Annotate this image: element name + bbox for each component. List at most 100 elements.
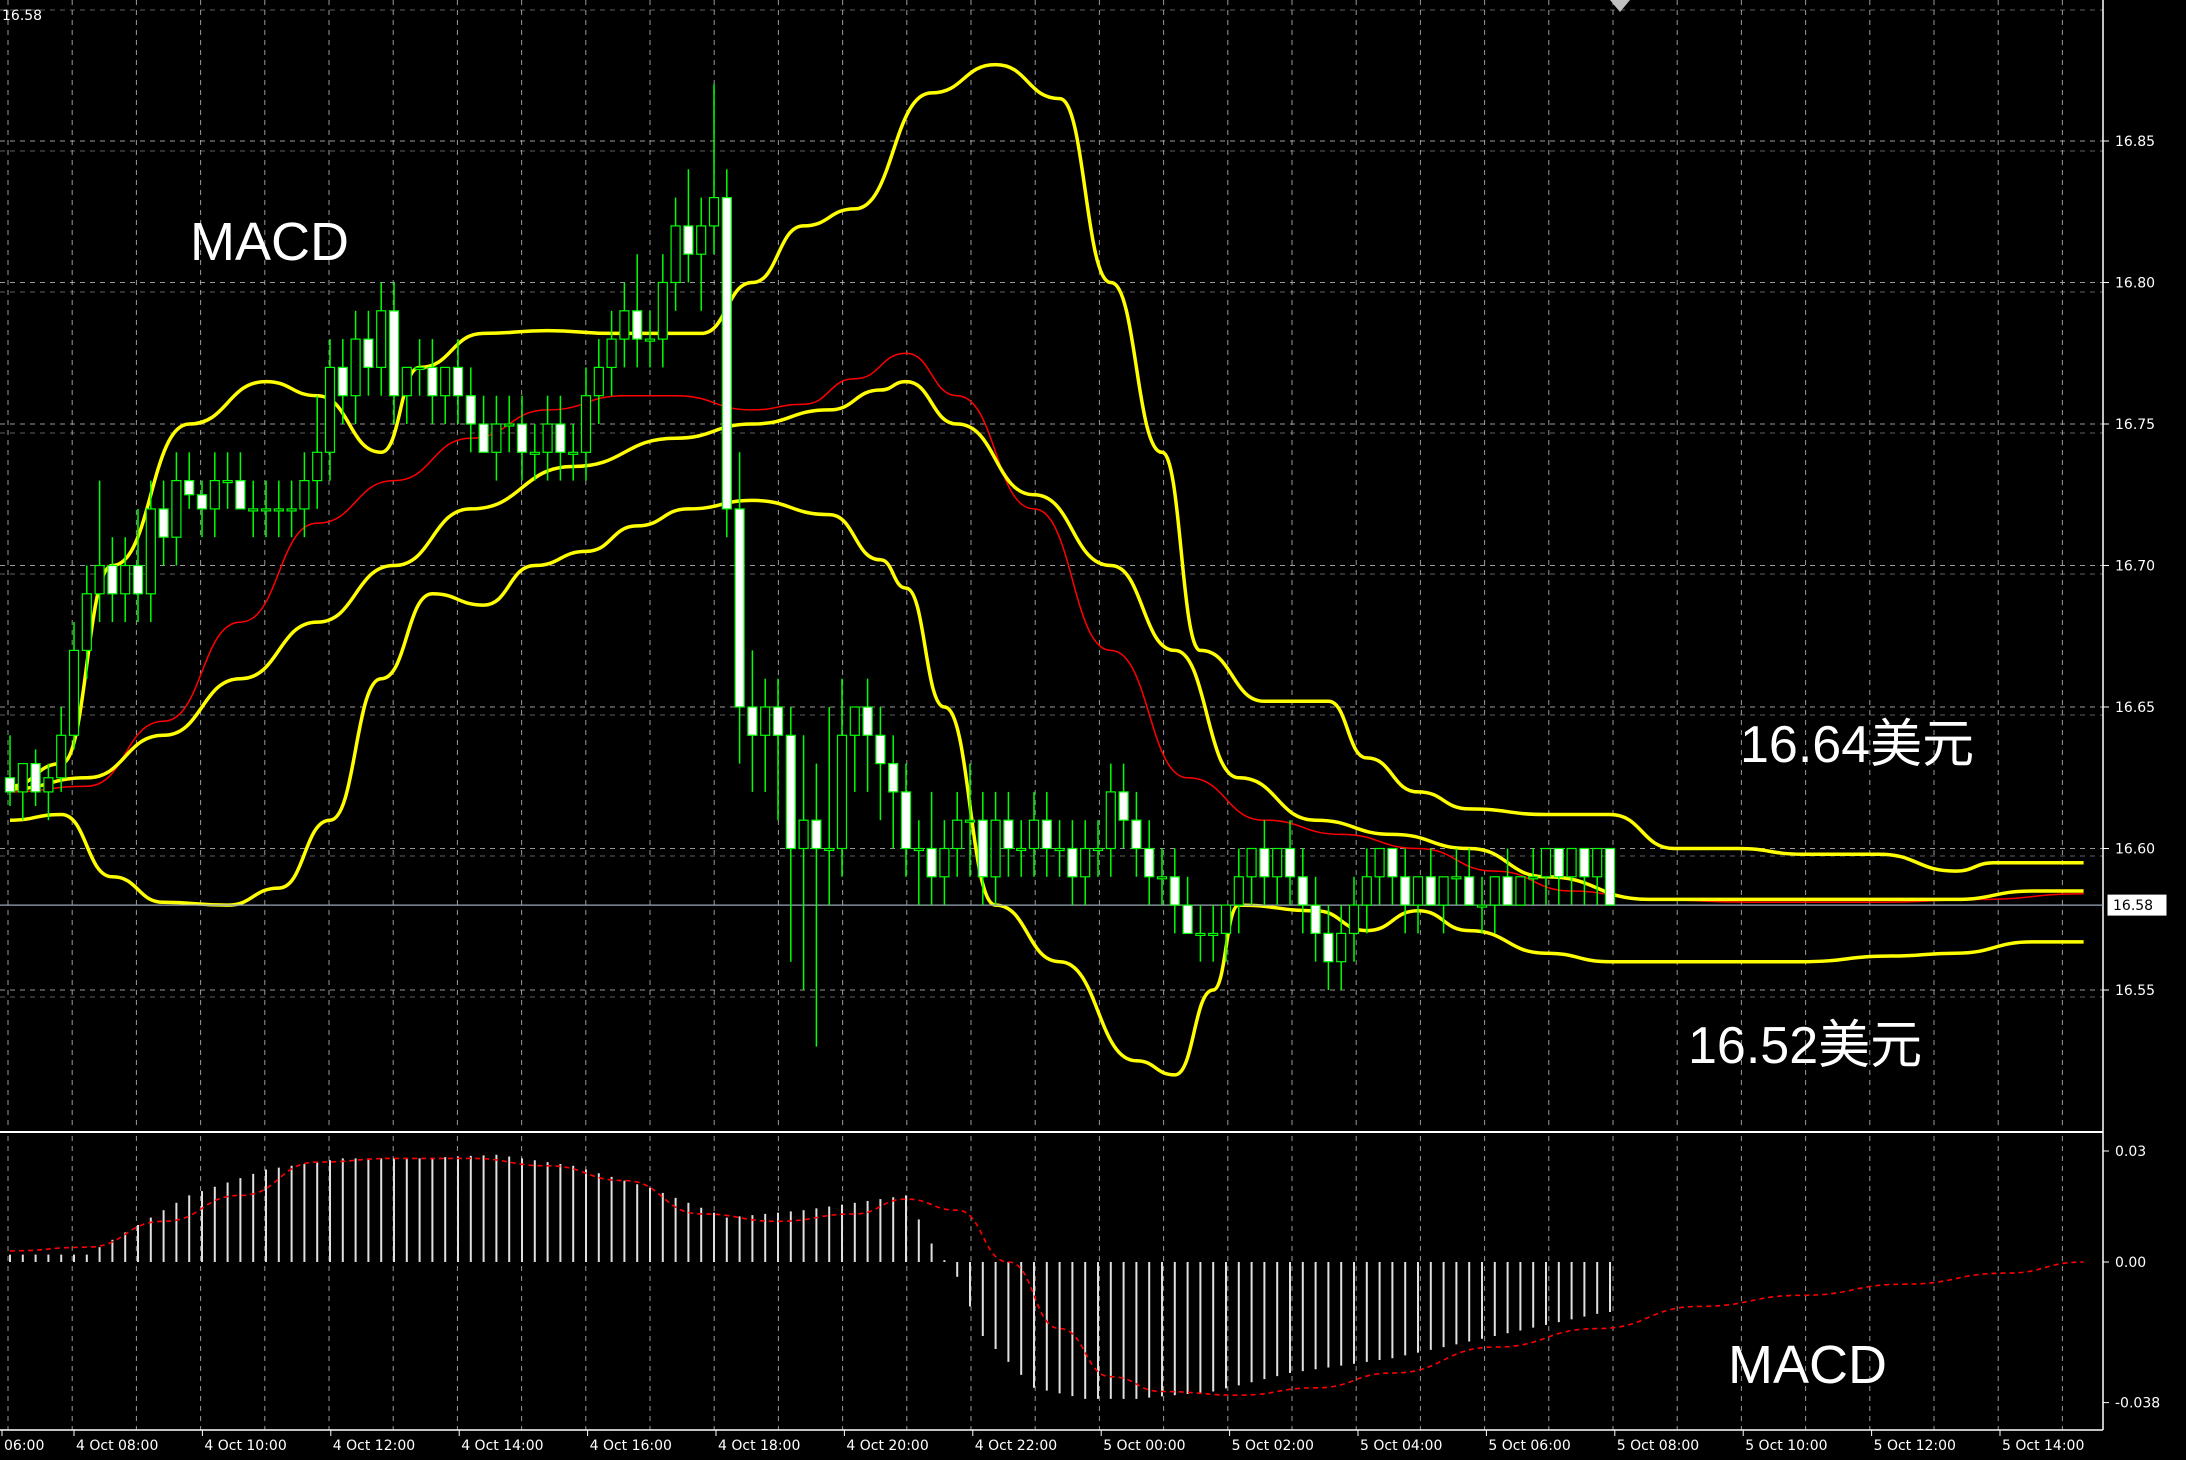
candle-body [798, 819, 809, 850]
time-tick-label: 4 Oct 18:00 [718, 1438, 800, 1454]
candle-body [619, 310, 630, 340]
candle-body [1297, 876, 1308, 906]
candle-body [977, 819, 988, 878]
candle-body [1028, 819, 1040, 850]
candle-body [888, 762, 899, 793]
candle-body [1566, 847, 1577, 878]
candle-body [1195, 932, 1206, 937]
candle-body [145, 508, 156, 595]
candle-body [644, 338, 656, 342]
candle-body [593, 366, 604, 397]
candle-body [1105, 791, 1116, 850]
candle-body [734, 508, 745, 708]
candle-body [900, 791, 912, 850]
candle-body [427, 366, 438, 397]
candle-body [708, 197, 720, 227]
time-tick-label: 06:00 [4, 1438, 44, 1454]
candle-body [990, 819, 1001, 878]
time-tick-label: 4 Oct 08:00 [76, 1438, 158, 1454]
candle-body [913, 847, 924, 852]
candle-body [670, 225, 681, 284]
candle-body [657, 281, 668, 340]
candle-body [1080, 847, 1091, 878]
candle-body [529, 451, 540, 455]
time-tick-label: 4 Oct 12:00 [333, 1438, 415, 1454]
candle-body [1323, 932, 1334, 963]
candle-body [68, 649, 80, 736]
candle-body [388, 310, 400, 397]
candle [1515, 876, 1526, 906]
candle-body [1016, 847, 1027, 852]
candle-body [1502, 876, 1513, 906]
candle [721, 169, 732, 538]
candle-body [1054, 847, 1065, 852]
candle-body [222, 480, 233, 484]
time-tick-label: 4 Oct 20:00 [846, 1438, 928, 1454]
candle-body [337, 366, 348, 397]
candle-body [94, 564, 105, 595]
annotation-upper-level: 16.64美元 [1740, 716, 1974, 774]
candle-body [926, 847, 937, 878]
candle-body [683, 225, 694, 255]
candle-body [465, 395, 476, 425]
candle-body [1310, 904, 1321, 934]
price-tick-label: 16.75 [2115, 417, 2155, 433]
candle [1604, 847, 1616, 906]
candle-body [1515, 876, 1526, 906]
candle-body [1489, 876, 1500, 906]
time-tick-label: 5 Oct 10:00 [1745, 1438, 1827, 1454]
price-tick-label: 16.80 [2115, 276, 2155, 292]
current-price-tag: 16.58 [2106, 893, 2168, 917]
candle-body [171, 480, 182, 538]
candle-body [196, 494, 208, 510]
candle-body [1067, 847, 1078, 878]
macd-tick-label: -0.038 [2115, 1396, 2160, 1412]
candle-body [606, 338, 617, 369]
candle-body [568, 451, 579, 455]
price-tick-label: 16.85 [2115, 134, 2155, 150]
candle-body [132, 564, 144, 595]
candle-body [324, 366, 336, 453]
candle-body [1003, 819, 1014, 850]
price-tick-label: 16.65 [2115, 700, 2155, 716]
candle-body [1144, 847, 1155, 878]
price-tick-label: 16.55 [2115, 983, 2155, 999]
candle-body [811, 819, 822, 850]
top-left-price: 16.58 [2, 8, 42, 24]
candle-body [1361, 876, 1372, 906]
candle-body [516, 423, 528, 453]
candle-body [299, 480, 310, 510]
candle-body [17, 762, 28, 793]
candle-body [1540, 847, 1552, 878]
candle-body [376, 310, 387, 368]
candle-body [555, 423, 566, 453]
candle-body [248, 508, 259, 512]
macd-tick-label: 0.00 [2115, 1255, 2146, 1271]
candle-body [964, 819, 976, 823]
candle-body [312, 451, 323, 482]
candle-body [1451, 876, 1462, 880]
time-tick-label: 4 Oct 22:00 [975, 1438, 1057, 1454]
candle-body [350, 338, 361, 397]
time-tick-label: 5 Oct 08:00 [1617, 1438, 1699, 1454]
candle-body [696, 225, 707, 255]
candle-body [4, 777, 16, 793]
time-tick-label: 5 Oct 12:00 [1874, 1438, 1956, 1454]
candle-body [1208, 932, 1219, 937]
candle-body [721, 197, 732, 510]
time-tick-label: 4 Oct 10:00 [204, 1438, 286, 1454]
chart-root: 16.85 16.80 16.75 16.70 16.65 16.60 16.55 0.03 0… [0, 0, 2186, 1460]
candle-body [440, 366, 451, 397]
candle-body [1131, 819, 1142, 850]
annotation-macd-bottom: MACD [1728, 1335, 1887, 1395]
candle-body [30, 762, 41, 793]
candle-body [1156, 876, 1168, 880]
time-tick-label: 5 Oct 00:00 [1103, 1438, 1185, 1454]
time-tick-label: 4 Oct 14:00 [461, 1438, 543, 1454]
candle-body [273, 508, 284, 512]
time-tick-label: 5 Oct 06:00 [1488, 1438, 1570, 1454]
candle-body [43, 777, 54, 793]
candle-body [760, 706, 771, 736]
candle-body [401, 366, 412, 397]
candle-body [1041, 819, 1052, 850]
